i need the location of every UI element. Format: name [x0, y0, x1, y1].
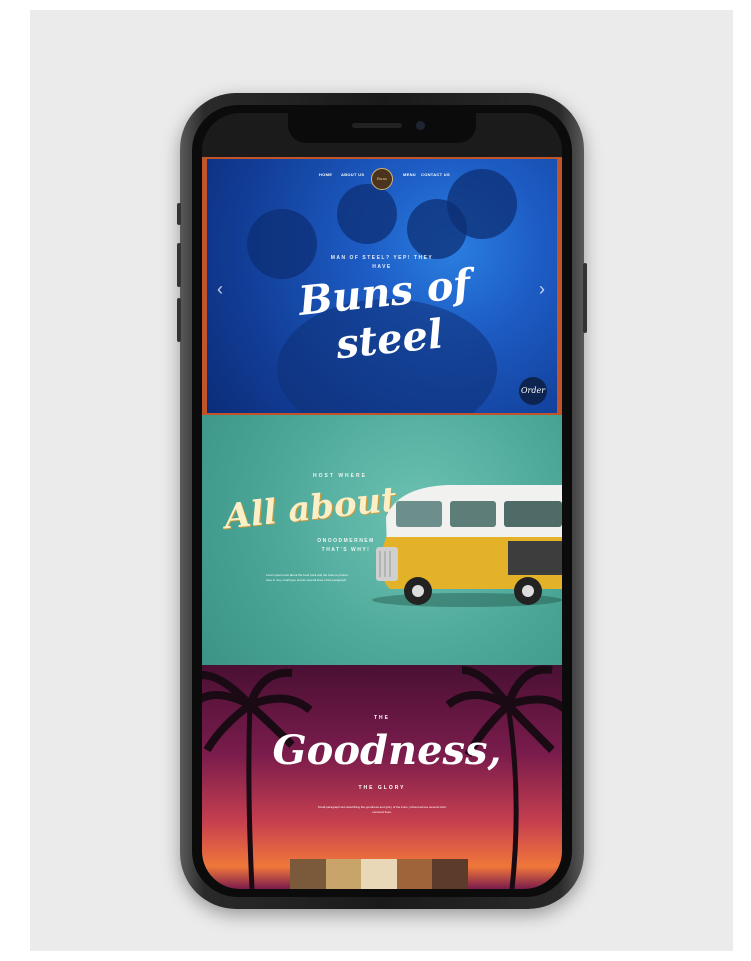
gallery-thumbnail[interactable]: [432, 859, 468, 889]
volume-up-button: [177, 203, 181, 225]
about-body-text: Lorem ipsum text about the food truck an…: [266, 573, 348, 582]
nav-home[interactable]: HOME: [319, 172, 332, 177]
goodness-eyebrow: THE: [374, 715, 390, 721]
goodness-section: THE Goodness, THE GLORY Small paragraph …: [202, 665, 562, 889]
hero-person-shape: [247, 209, 317, 279]
notch: [288, 113, 476, 143]
hero-image: HOME ABOUT US Buns MENU CONTACT US ‹ › M…: [207, 159, 557, 413]
chevron-left-icon[interactable]: ‹: [217, 279, 223, 300]
volume-down-button: [177, 243, 181, 287]
goodness-subtitle: THE GLORY: [358, 785, 406, 791]
hero-person-shape: [337, 184, 397, 244]
chevron-right-icon[interactable]: ›: [539, 279, 545, 300]
palm-tree-left: [202, 668, 312, 889]
top-navigation: HOME ABOUT US Buns MENU CONTACT US: [207, 167, 557, 190]
gallery-thumbnail[interactable]: [396, 859, 433, 889]
phone-mockup: HOME ABOUT US Buns MENU CONTACT US ‹ › M…: [177, 93, 587, 909]
goodness-title: Goodness,: [272, 727, 502, 774]
palm-tree-right: [445, 665, 562, 889]
hero-section: HOME ABOUT US Buns MENU CONTACT US ‹ › M…: [202, 157, 562, 415]
goodness-body-text: Small paragraph text describing the good…: [317, 805, 447, 814]
nav-menu[interactable]: MENU: [403, 172, 416, 177]
photo-gallery: [290, 859, 468, 889]
about-section: HOST WHERE All about ONOODMERNEM THAT'S …: [202, 415, 562, 665]
phone-screen: HOME ABOUT US Buns MENU CONTACT US ‹ › M…: [202, 113, 562, 889]
power-button: [583, 263, 587, 333]
order-badge[interactable]: Order: [519, 377, 547, 405]
food-truck-image: [376, 485, 562, 605]
speaker-grille: [352, 123, 402, 128]
gallery-thumbnail[interactable]: [290, 859, 326, 889]
hero-subtitle-line1: MAN OF STEEL? YEP! THEY: [330, 255, 434, 261]
nav-contact-us[interactable]: CONTACT US: [421, 172, 450, 177]
brand-logo[interactable]: Buns: [371, 168, 393, 190]
gallery-thumbnail[interactable]: [361, 859, 397, 889]
gallery-thumbnail[interactable]: [325, 859, 362, 889]
volume-down-button-2: [177, 298, 181, 342]
front-camera: [416, 121, 425, 130]
nav-about-us[interactable]: ABOUT US: [341, 172, 364, 177]
